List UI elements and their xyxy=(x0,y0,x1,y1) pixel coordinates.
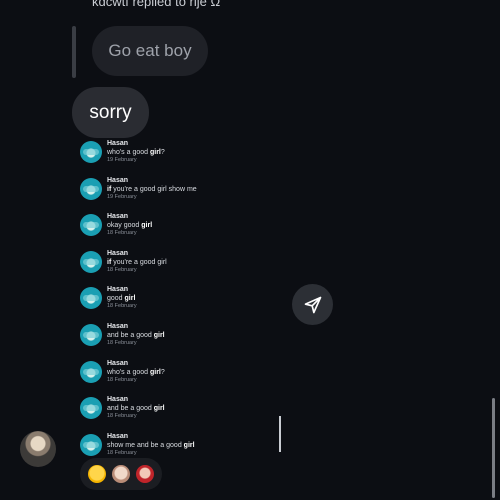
message-date: 19 February xyxy=(107,193,137,200)
sender-name: Hasan xyxy=(107,176,129,184)
scrollbar[interactable] xyxy=(492,398,495,498)
search-result-row[interactable]: Hasan good girl 18 February xyxy=(80,286,240,323)
message-snippet: good girl xyxy=(107,295,135,302)
snippet-highlight: girl xyxy=(149,149,161,156)
message-snippet: if you're a good girl xyxy=(107,259,167,266)
snippet-text: you're a good girl show me xyxy=(111,185,197,193)
message-date: 18 February xyxy=(107,376,137,383)
snippet-text: good xyxy=(107,295,125,303)
search-result-row[interactable]: Hasan if you're a good girl show me 19 Feb… xyxy=(80,177,240,214)
snippet-text: who's a good xyxy=(107,149,150,156)
snippet-text: ? xyxy=(160,149,165,156)
message-snippet: okay good girl xyxy=(107,222,152,229)
sender-name: Hasan xyxy=(107,359,129,367)
message-date: 18 February xyxy=(107,266,137,273)
snippet-highlight: girl xyxy=(149,368,161,376)
reaction-avatar[interactable] xyxy=(112,465,130,483)
message-search-results: Hasan who's a good girl? 19 February Hasan i… xyxy=(80,140,240,469)
snippet-highlight: girl xyxy=(153,331,165,339)
snippet-highlight: girl xyxy=(141,222,153,230)
search-result-row[interactable]: Hasan and be a good girl 18 February xyxy=(80,396,240,433)
sender-name: Hasan xyxy=(107,249,129,257)
avatar xyxy=(80,177,102,200)
message-date: 18 February xyxy=(107,449,137,456)
sender-name: Hasan xyxy=(107,396,129,404)
text-cursor xyxy=(279,416,281,452)
avatar xyxy=(80,323,102,346)
avatar xyxy=(80,250,102,273)
search-result-row[interactable]: Hasan okay good girl 18 February xyxy=(80,213,240,250)
message-snippet: who's a good girl? xyxy=(107,369,165,376)
avatar xyxy=(80,287,102,310)
snippet-text: ? xyxy=(160,368,165,376)
message-date: 19 February xyxy=(107,157,137,163)
message-date: 18 February xyxy=(107,413,137,420)
search-result-row[interactable]: Hasan and be a good girl 18 February xyxy=(80,323,240,360)
snippet-text: you're a good girl xyxy=(111,258,167,266)
search-result-row[interactable]: Hasan who's a good girl? 19 February xyxy=(80,140,240,177)
message-date: 18 February xyxy=(107,230,137,237)
crying-emoji-icon[interactable] xyxy=(88,465,106,483)
message-snippet: who's a good girl? xyxy=(107,149,165,156)
reaction-bar xyxy=(80,458,162,490)
avatar xyxy=(80,433,102,456)
sender-name: Hasan xyxy=(107,432,129,440)
message-snippet: if you're a good girl show me xyxy=(107,186,197,193)
snippet-highlight: girl xyxy=(124,295,136,303)
send-button[interactable] xyxy=(292,284,333,325)
reply-label: kdcwtf replied to rije Ω xyxy=(92,0,221,9)
quoted-message-bubble[interactable]: Go eat boy xyxy=(92,26,208,76)
snippet-highlight: girl xyxy=(153,405,165,413)
reaction-avatar[interactable] xyxy=(136,465,154,483)
snippet-text: and be a good xyxy=(107,405,154,413)
reply-indicator-bar xyxy=(72,26,76,78)
sender-name: Hasan xyxy=(107,322,129,330)
snippet-text: and be a good xyxy=(107,331,154,339)
message-date: 18 February xyxy=(107,303,137,310)
sender-name: Hasan xyxy=(107,140,129,147)
message-date: 18 February xyxy=(107,339,137,346)
snippet-text: show me and be a good xyxy=(107,441,184,449)
search-result-row[interactable]: Hasan who's a good girl? 18 February xyxy=(80,360,240,397)
snippet-highlight: girl xyxy=(183,441,195,449)
search-result-row[interactable]: Hasan if you're a good girl 18 February xyxy=(80,250,240,287)
message-snippet: and be a good girl xyxy=(107,405,165,412)
sender-name: Hasan xyxy=(107,286,129,294)
avatar xyxy=(80,141,102,163)
message-bubble[interactable]: sorry xyxy=(72,87,149,138)
message-snippet: show me and be a good girl xyxy=(107,442,195,449)
avatar xyxy=(80,360,102,383)
snippet-text: who's a good xyxy=(107,368,150,376)
avatar xyxy=(80,214,102,237)
avatar xyxy=(80,397,102,420)
sender-name: Hasan xyxy=(107,213,129,221)
message-snippet: and be a good girl xyxy=(107,332,165,339)
avatar[interactable] xyxy=(20,431,56,467)
send-icon xyxy=(304,296,321,313)
snippet-text: okay good xyxy=(107,222,142,230)
